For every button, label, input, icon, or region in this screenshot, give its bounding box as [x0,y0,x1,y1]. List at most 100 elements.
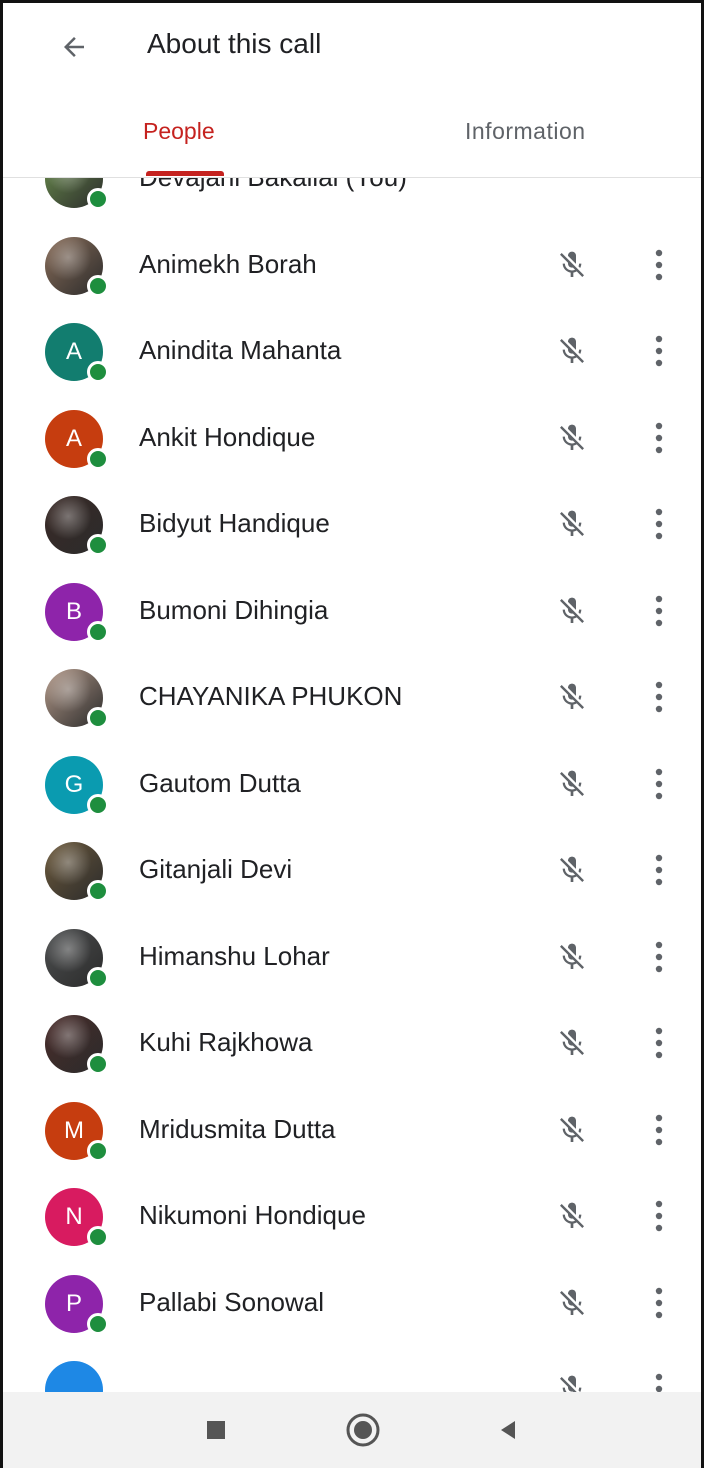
mic-off-button[interactable] [552,1196,592,1236]
mic-off-button[interactable] [552,1369,592,1392]
more-options-button[interactable] [642,762,676,806]
square-recents-icon [207,1421,225,1439]
active-tab-indicator [146,171,224,176]
more-options-button[interactable] [642,848,676,892]
participant-list[interactable]: Devajani Bakalial (You) Animekh Borah AAni… [0,178,704,1392]
mic-off-button[interactable] [552,418,592,458]
more-options-button[interactable] [642,1021,676,1065]
more-vert-icon [655,1027,663,1059]
participant-name: Ankit Hondique [139,421,316,452]
participant-row[interactable]: A Ankit Hondique [0,396,704,482]
more-vert-icon [655,508,663,540]
participant-row[interactable]: P Pallabi Sonowal [0,1261,704,1347]
more-options-button[interactable] [642,502,676,546]
participant-name: Devajani Bakalial (You) [139,178,407,193]
mic-off-icon [560,1289,584,1315]
mic-off-button[interactable] [552,245,592,285]
more-vert-icon [655,681,663,713]
online-status-dot [87,880,109,902]
more-options-button[interactable] [642,589,676,633]
participant-row[interactable]: Devajani Bakalial (You) [0,178,704,222]
more-options-button[interactable] [642,675,676,719]
mic-off-button[interactable] [552,850,592,890]
mic-off-icon [560,770,584,796]
mic-off-button[interactable] [552,677,592,717]
mic-off-button[interactable] [552,937,592,977]
mic-off-icon [560,251,584,277]
more-options-button[interactable] [642,243,676,287]
mic-off-button[interactable] [552,1283,592,1323]
mic-off-icon [560,510,584,536]
participant-name: Anindita Mahanta [139,335,342,365]
participant-name: Pallabi Sonowal [139,1286,325,1317]
more-vert-icon [655,335,663,367]
participant-row[interactable]: Animekh Borah [0,223,704,309]
online-status-dot [87,534,109,556]
online-status-dot [87,793,109,816]
more-vert-icon [655,768,663,799]
mic-off-button[interactable] [552,591,592,631]
online-status-dot [87,188,109,210]
more-vert-icon [655,595,663,626]
participant-row[interactable]: B Bumoni Dihingia [0,569,704,655]
home-button[interactable] [343,1410,383,1450]
app-header: About this call [0,0,704,92]
participant-row[interactable]: Himanshu Lohar [0,915,704,1001]
participant-row[interactable]: M Mridusmita Dutta [0,1088,704,1174]
participant-row[interactable]: A Anindita Mahanta [0,309,704,395]
circle-home-icon [346,1413,380,1447]
mic-off-icon [560,1029,584,1055]
more-options-button[interactable] [642,1281,676,1325]
mic-off-button[interactable] [552,764,592,804]
mic-off-icon [560,337,584,363]
more-options-button[interactable] [642,329,676,373]
mic-off-icon [560,1116,584,1142]
participant-row[interactable]: Gitanjali Devi [0,828,704,914]
participant-row[interactable]: Kuhi Rajkhowa [0,1001,704,1087]
more-vert-icon [655,1200,663,1232]
online-status-dot [87,1226,109,1248]
mic-off-icon [560,683,584,709]
online-status-dot [87,274,109,297]
tab-people[interactable]: People [143,118,215,145]
participant-name: Nikumoni Hondique [139,1200,366,1230]
mic-off-icon [560,943,584,969]
online-status-dot [87,966,109,989]
more-vert-icon [655,854,663,886]
participant-row[interactable]: Bidyut Handique [0,482,704,568]
online-status-dot [87,620,109,643]
more-options-button[interactable] [642,1367,676,1392]
more-options-button[interactable] [642,935,676,979]
participant-name: Kuhi Rajkhowa [139,1027,313,1057]
back-button[interactable] [48,24,100,70]
participant-name: Bidyut Handique [139,508,330,538]
nav-back-button[interactable] [488,1410,528,1450]
recents-button[interactable] [196,1410,236,1450]
participant-row[interactable]: CHAYANIKA PHUKON [0,655,704,741]
more-options-button[interactable] [642,1194,676,1238]
more-options-button[interactable] [642,416,676,460]
mic-off-icon [560,1375,582,1392]
arrow-left-icon [64,37,84,57]
mic-off-icon [560,597,584,623]
participant-row[interactable]: G Gautom Dutta [0,742,704,828]
tab-bar: People Information [0,100,704,178]
mic-off-button[interactable] [552,1023,592,1063]
mic-off-button[interactable] [552,504,592,544]
participant-name: Animekh Borah [139,248,317,279]
mic-off-icon [560,424,584,450]
more-vert-icon [655,1114,663,1145]
system-nav-bar [0,1392,704,1468]
more-options-button[interactable] [642,1108,676,1152]
online-status-dot [87,447,109,470]
more-vert-icon [655,941,663,972]
tab-information[interactable]: Information [465,118,586,145]
participant-name: Gitanjali Devi [139,854,293,884]
mic-off-icon [560,856,584,882]
mic-off-button[interactable] [552,1110,592,1150]
participant-row[interactable]: N Nikumoni Hondique [0,1174,704,1260]
mic-off-button[interactable] [552,331,592,371]
participant-row[interactable] [0,1347,704,1392]
more-vert-icon [655,1373,663,1392]
participant-name: Bumoni Dihingia [139,594,329,625]
